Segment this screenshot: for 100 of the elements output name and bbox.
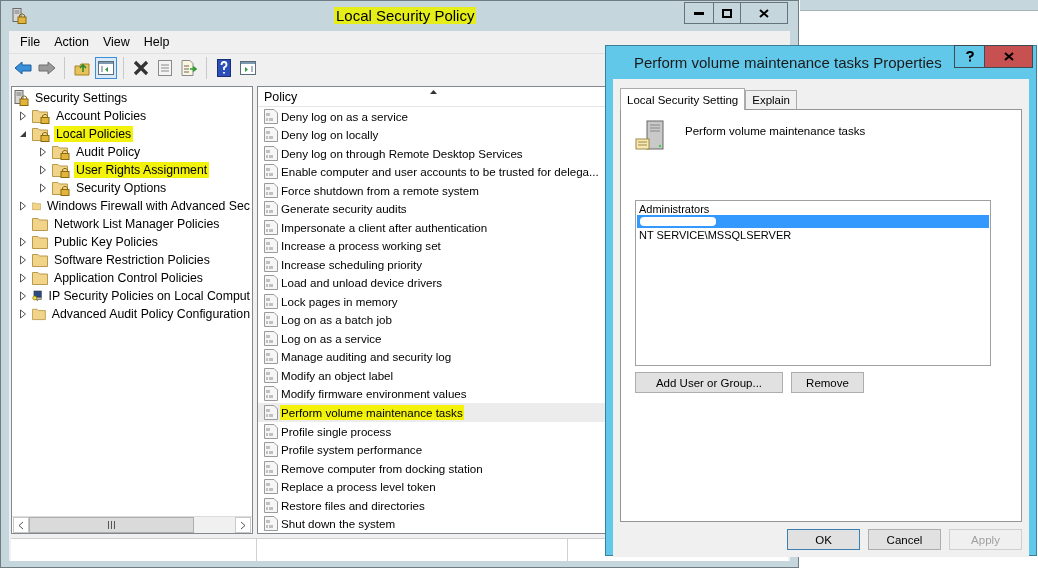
policy-icon [264, 293, 278, 309]
close-button[interactable] [740, 2, 788, 24]
help-button[interactable] [954, 45, 985, 68]
dialog-button[interactable]: Remove [791, 372, 864, 393]
expand-arrow-icon[interactable] [38, 183, 48, 193]
menu-item[interactable]: Action [47, 33, 96, 51]
collapse-arrow-icon[interactable] [18, 129, 28, 139]
scroll-left-icon [18, 520, 24, 530]
tree-item[interactable]: Security Settings [33, 90, 130, 106]
folder-icon [32, 217, 48, 231]
dialog-button[interactable]: Cancel [868, 529, 941, 550]
back-arrow-icon [14, 61, 32, 75]
policy-icon [264, 127, 278, 143]
policy-icon [264, 219, 278, 235]
minimize-button[interactable] [684, 2, 714, 24]
policy-icon [264, 238, 278, 254]
policy-icon [264, 145, 278, 161]
dialog-title: Perform volume maintenance tasks Properties [634, 54, 942, 71]
policy-item[interactable]: Perform volume maintenance tasks [280, 405, 464, 420]
tab[interactable]: Local Security Setting [620, 88, 746, 110]
tab[interactable]: Explain [745, 90, 797, 109]
policy-item[interactable]: Generate security audits [280, 201, 408, 217]
policy-item[interactable]: Shut down the system [280, 516, 397, 532]
policy-item[interactable]: Remove computer from docking station [280, 460, 484, 476]
policy-item[interactable]: Log on as a service [280, 330, 383, 346]
expand-arrow-icon[interactable] [18, 111, 28, 121]
policy-item[interactable]: Deny log on as a service [280, 108, 409, 124]
policy-icon [264, 312, 278, 328]
tree-item[interactable]: Advanced Audit Policy Configuration [49, 306, 252, 322]
expand-arrow-icon[interactable] [18, 273, 28, 283]
tree-item[interactable]: Windows Firewall with Advanced Sec [45, 198, 252, 214]
tree-item[interactable]: IP Security Policies on Local Comput [46, 288, 252, 304]
expand-arrow-icon[interactable] [18, 309, 28, 319]
policy-item[interactable]: Log on as a batch job [280, 312, 393, 328]
forward-arrow-icon [38, 61, 56, 75]
policy-item[interactable]: Increase scheduling priority [280, 256, 424, 272]
expand-arrow-icon[interactable] [38, 147, 48, 157]
policy-item[interactable]: Restore files and directories [280, 497, 426, 513]
folder-icon [32, 307, 46, 321]
policy-item[interactable]: Deny log on through Remote Desktop Services [280, 145, 524, 161]
policy-item[interactable]: Replace a process level token [280, 479, 437, 495]
policy-item[interactable]: Load and unload device drivers [280, 275, 444, 291]
horizontal-scrollbar[interactable] [12, 516, 252, 533]
policy-item[interactable]: Modify an object label [280, 367, 395, 383]
folder-icon [32, 235, 48, 249]
menu-item[interactable]: View [95, 33, 137, 51]
policy-icon [264, 349, 278, 365]
expand-arrow-icon[interactable] [18, 255, 28, 265]
tree-item[interactable]: Audit Policy [74, 144, 143, 160]
tree-item[interactable]: Local Policies [54, 126, 134, 142]
tree-item[interactable]: Public Key Policies [52, 234, 160, 250]
expand-arrow-icon[interactable] [18, 201, 28, 211]
expand-arrow-icon[interactable] [38, 165, 48, 175]
policy-icon [264, 164, 278, 180]
menu-item[interactable]: Help [136, 33, 177, 51]
policy-item[interactable]: Enable computer and user accounts to be trusted for delega... [280, 164, 600, 180]
tree-item[interactable]: Account Policies [54, 108, 149, 124]
menu-item[interactable]: File [13, 33, 48, 51]
policy-item[interactable]: Modify firmware environment values [280, 386, 468, 402]
policy-icon [264, 386, 278, 402]
policy-item[interactable]: Profile single process [280, 423, 393, 439]
dialog-button[interactable]: Add User or Group... [635, 372, 783, 393]
locked-folder-icon [32, 108, 50, 124]
expand-arrow-icon[interactable] [18, 237, 28, 247]
server-document-icon [635, 120, 667, 152]
policy-icon [264, 479, 278, 495]
scroll-right-icon [240, 520, 246, 530]
locked-folder-icon [32, 126, 50, 142]
policy-item[interactable]: Lock pages in memory [280, 293, 399, 309]
column-header[interactable]: Policy [264, 89, 298, 104]
tree-item[interactable]: Security Options [74, 180, 169, 196]
policy-item[interactable]: Deny log on locally [280, 127, 380, 143]
server-lock-icon [13, 90, 29, 106]
tree-item[interactable]: Application Control Policies [52, 270, 205, 286]
member-item[interactable]: Administrators [637, 202, 989, 215]
folder-icon [32, 199, 41, 213]
console-tree-icon [98, 61, 114, 75]
dialog-button[interactable]: OK [787, 529, 860, 550]
policy-item[interactable]: Profile system performance [280, 442, 424, 458]
policy-item[interactable]: Impersonate a client after authentication [280, 219, 489, 235]
action-pane-icon [240, 61, 256, 75]
toolbar-button[interactable] [95, 57, 117, 79]
close-icon [759, 8, 769, 18]
maximize-button[interactable] [713, 2, 741, 24]
policy-icon [264, 367, 278, 383]
minimize-icon [694, 11, 704, 15]
member-item[interactable]: NT SERVICE\MSSQLSERVER [637, 228, 989, 241]
tree-item[interactable]: Software Restriction Policies [52, 252, 212, 268]
policy-item[interactable]: Increase a process working set [280, 238, 442, 254]
server-lock-icon [11, 8, 27, 24]
tree-item[interactable]: User Rights Assignment [74, 162, 210, 178]
folder-icon [32, 271, 48, 285]
properties-icon [158, 60, 172, 76]
policy-item[interactable]: Manage auditing and security log [280, 349, 453, 365]
expand-arrow-icon[interactable] [18, 291, 28, 301]
policy-icon [264, 108, 278, 124]
tree-item[interactable]: Network List Manager Policies [52, 216, 222, 232]
sort-arrow-icon [430, 90, 437, 94]
locked-folder-icon [52, 180, 70, 196]
policy-item[interactable]: Force shutdown from a remote system [280, 182, 480, 198]
